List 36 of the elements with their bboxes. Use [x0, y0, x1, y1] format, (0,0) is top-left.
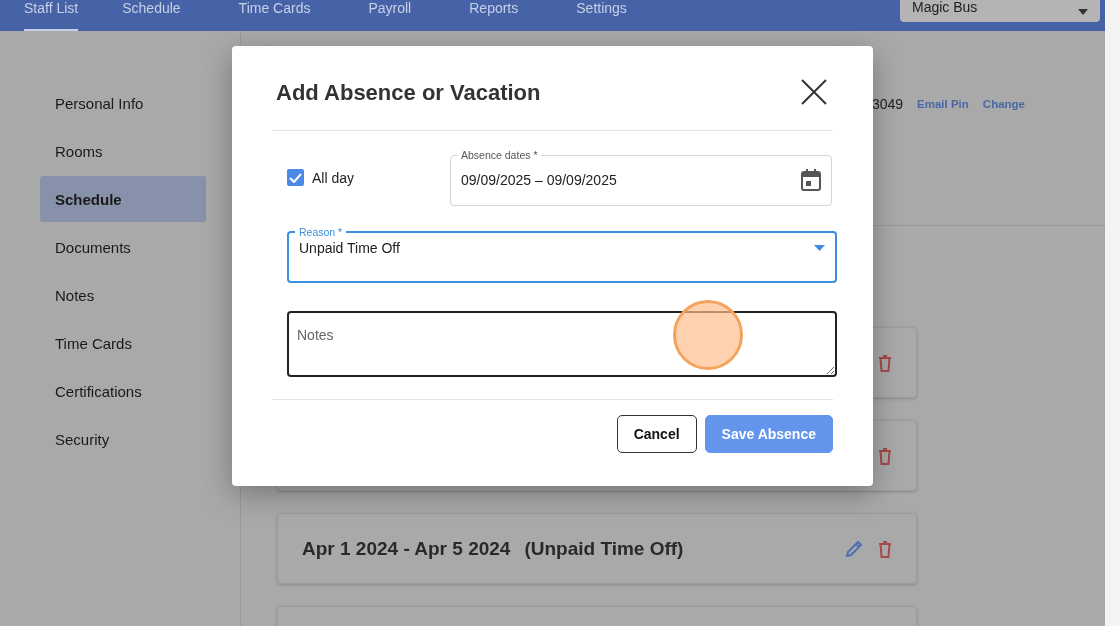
nav-tab[interactable]: Settings	[576, 1, 627, 31]
caret-icon	[1078, 9, 1088, 15]
notes-field[interactable]: Notes	[287, 311, 837, 377]
sidebar-item[interactable]: Certifications	[40, 368, 206, 414]
all-day-checkbox[interactable]	[287, 169, 304, 186]
cancel-button[interactable]: Cancel	[616, 415, 697, 453]
caret-icon	[814, 245, 825, 251]
sidebar-item[interactable]: Security	[40, 416, 206, 462]
trash-icon[interactable]	[878, 539, 892, 558]
trash-icon[interactable]	[878, 446, 892, 465]
nav-tab[interactable]: Payroll	[368, 1, 412, 31]
nav-tab[interactable]: Schedule	[122, 1, 181, 31]
trash-icon[interactable]	[878, 353, 892, 372]
all-day-label: All day	[312, 169, 356, 186]
sidebar-item[interactable]: Documents	[40, 224, 206, 270]
sidebar-item[interactable]: Time Cards	[40, 320, 206, 366]
calendar-icon[interactable]	[801, 169, 821, 191]
nav-tab[interactable]: Reports	[469, 1, 519, 31]
absence-dates: Apr 1 2024 - Apr 5 2024	[302, 537, 511, 560]
sidebar-item[interactable]: Rooms	[40, 128, 206, 174]
nav-tab[interactable]: Staff List	[24, 1, 79, 31]
sidebar-item[interactable]: Schedule	[40, 176, 206, 222]
nav-tab[interactable]: Time Cards	[238, 1, 311, 31]
absence-reason: (Unpaid Time Off)	[524, 537, 684, 560]
field-label: Reason *	[298, 226, 344, 238]
pencil-icon[interactable]	[845, 539, 864, 558]
sidebar-item[interactable]: Personal Info	[40, 80, 206, 126]
sidebar-item[interactable]: Notes	[40, 272, 206, 318]
location-select[interactable]: Magic Bus	[900, 0, 1100, 22]
close-button[interactable]	[801, 79, 829, 107]
date-range-field[interactable]: Absence dates * 09/09/2025 – 09/09/2025	[450, 149, 832, 206]
close-icon	[801, 79, 827, 105]
field-label: Absence dates *	[460, 149, 539, 161]
reason-select[interactable]: Reason * Unpaid Time Off	[287, 226, 837, 283]
dialog-title: Add Absence or Vacation	[276, 80, 541, 106]
pin-number: 3049	[871, 96, 904, 112]
